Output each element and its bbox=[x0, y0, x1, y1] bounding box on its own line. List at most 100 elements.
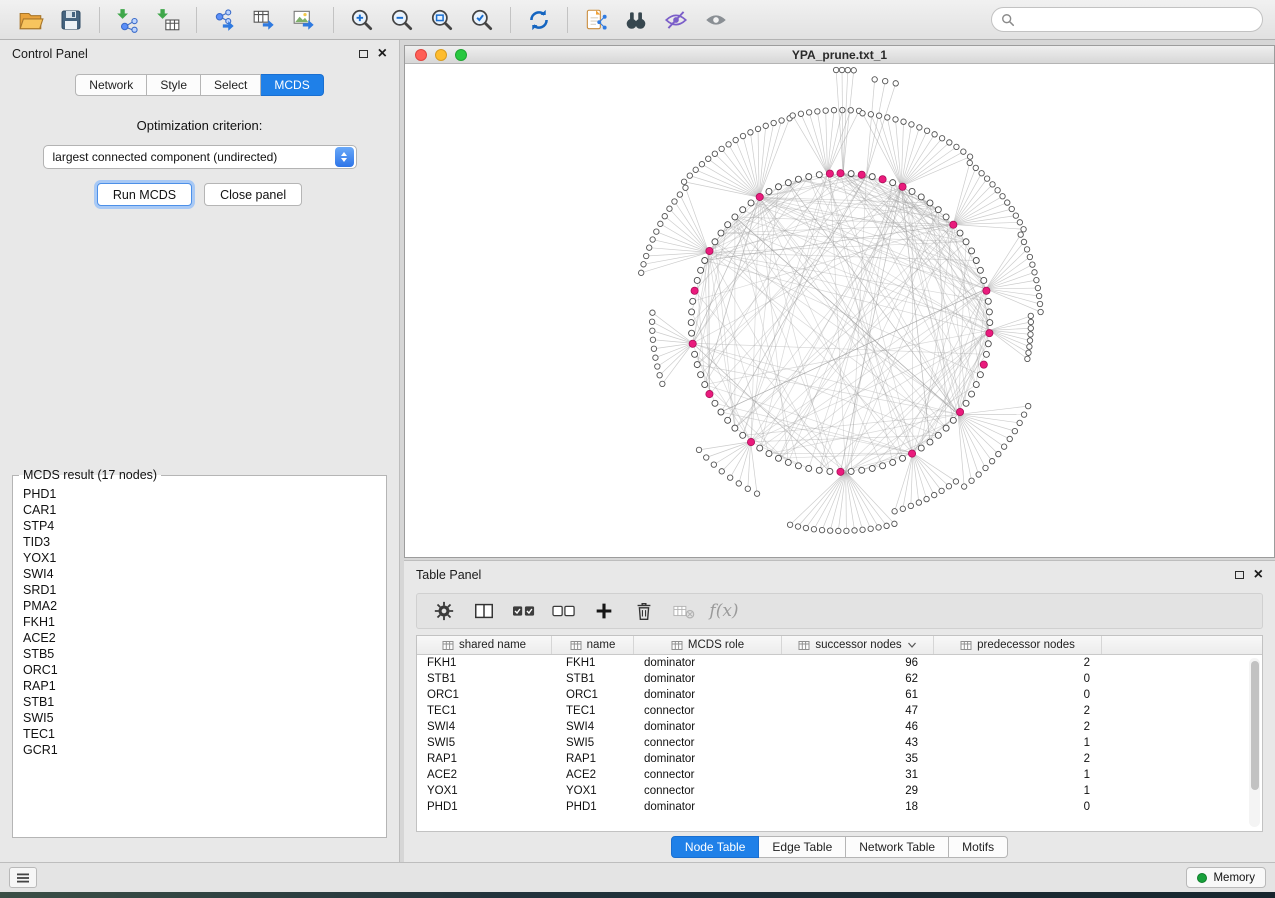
cell-shared-name[interactable]: SWI5 bbox=[417, 737, 552, 749]
table-row[interactable]: TEC1TEC1connector472 bbox=[417, 703, 1262, 719]
mcds-result-item[interactable]: CAR1 bbox=[13, 502, 386, 518]
mcds-result-item[interactable]: PMA2 bbox=[13, 598, 386, 614]
table-row[interactable]: STB1STB1dominator620 bbox=[417, 671, 1262, 687]
cell-predecessor-nodes[interactable]: 2 bbox=[934, 657, 1102, 669]
panel-menu-button[interactable] bbox=[9, 867, 37, 888]
cell-successor-nodes[interactable]: 31 bbox=[782, 769, 934, 781]
zoom-selected-button[interactable] bbox=[463, 4, 501, 36]
cell-shared-name[interactable]: ACE2 bbox=[417, 769, 552, 781]
cell-mcds-role[interactable]: connector bbox=[634, 737, 782, 749]
export-image-button[interactable] bbox=[286, 4, 324, 36]
eye-button[interactable] bbox=[697, 4, 735, 36]
mcds-result-item[interactable]: ORC1 bbox=[13, 662, 386, 678]
table-scrollbar[interactable] bbox=[1249, 658, 1260, 827]
cell-name[interactable]: SWI5 bbox=[552, 737, 634, 749]
cell-shared-name[interactable]: YOX1 bbox=[417, 785, 552, 797]
cell-mcds-role[interactable]: dominator bbox=[634, 753, 782, 765]
mcds-result-item[interactable]: PHD1 bbox=[13, 486, 386, 502]
mcds-result-item[interactable]: TID3 bbox=[13, 534, 386, 550]
table-row[interactable]: ACE2ACE2connector311 bbox=[417, 767, 1262, 783]
close-table-panel-button[interactable]: × bbox=[1254, 570, 1263, 580]
cell-shared-name[interactable]: STB1 bbox=[417, 673, 552, 685]
cell-predecessor-nodes[interactable]: 0 bbox=[934, 673, 1102, 685]
tab-motifs[interactable]: Motifs bbox=[949, 836, 1008, 858]
cell-successor-nodes[interactable]: 61 bbox=[782, 689, 934, 701]
cell-mcds-role[interactable]: dominator bbox=[634, 721, 782, 733]
mcds-result-item[interactable]: ACE2 bbox=[13, 630, 386, 646]
delete-column-button[interactable] bbox=[629, 597, 659, 625]
deselect-all-button[interactable] bbox=[549, 597, 579, 625]
cell-name[interactable]: PHD1 bbox=[552, 801, 634, 813]
mcds-result-item[interactable]: STB5 bbox=[13, 646, 386, 662]
scrollbar-thumb[interactable] bbox=[1251, 661, 1259, 789]
tab-node-table[interactable]: Node Table bbox=[671, 836, 760, 858]
cell-predecessor-nodes[interactable]: 2 bbox=[934, 721, 1102, 733]
export-network-button[interactable] bbox=[206, 4, 244, 36]
cell-successor-nodes[interactable]: 29 bbox=[782, 785, 934, 797]
close-panel-button[interactable]: × bbox=[378, 49, 387, 59]
mcds-result-item[interactable]: STB1 bbox=[13, 694, 386, 710]
cell-name[interactable]: SWI4 bbox=[552, 721, 634, 733]
cell-name[interactable]: FKH1 bbox=[552, 657, 634, 669]
cell-predecessor-nodes[interactable]: 0 bbox=[934, 689, 1102, 701]
mcds-result-item[interactable]: SWI4 bbox=[13, 566, 386, 582]
run-mcds-button[interactable]: Run MCDS bbox=[97, 183, 192, 206]
cell-predecessor-nodes[interactable]: 1 bbox=[934, 737, 1102, 749]
cell-name[interactable]: STB1 bbox=[552, 673, 634, 685]
cell-name[interactable]: ACE2 bbox=[552, 769, 634, 781]
column-header-predecessor-nodes[interactable]: predecessor nodes bbox=[934, 636, 1102, 654]
import-network-button[interactable] bbox=[109, 4, 147, 36]
tab-style[interactable]: Style bbox=[147, 74, 201, 96]
cell-predecessor-nodes[interactable]: 1 bbox=[934, 785, 1102, 797]
cell-successor-nodes[interactable]: 18 bbox=[782, 801, 934, 813]
binoculars-button[interactable] bbox=[617, 4, 655, 36]
cell-name[interactable]: RAP1 bbox=[552, 753, 634, 765]
cell-shared-name[interactable]: ORC1 bbox=[417, 689, 552, 701]
toggle-panel-layout-button[interactable] bbox=[469, 597, 499, 625]
export-table-button[interactable] bbox=[246, 4, 284, 36]
mcds-result-item[interactable]: SRD1 bbox=[13, 582, 386, 598]
cell-successor-nodes[interactable]: 96 bbox=[782, 657, 934, 669]
cell-mcds-role[interactable]: dominator bbox=[634, 689, 782, 701]
zoom-fit-button[interactable] bbox=[423, 4, 461, 36]
cell-predecessor-nodes[interactable]: 1 bbox=[934, 769, 1102, 781]
import-table-button[interactable] bbox=[149, 4, 187, 36]
mcds-result-item[interactable]: STP4 bbox=[13, 518, 386, 534]
table-settings-button[interactable] bbox=[429, 597, 459, 625]
mcds-result-item[interactable]: TEC1 bbox=[13, 726, 386, 742]
column-header-name[interactable]: name bbox=[552, 636, 634, 654]
table-row[interactable]: SWI4SWI4dominator462 bbox=[417, 719, 1262, 735]
select-all-button[interactable] bbox=[509, 597, 539, 625]
cell-name[interactable]: ORC1 bbox=[552, 689, 634, 701]
open-button[interactable] bbox=[12, 4, 50, 36]
hide-glasses-button[interactable] bbox=[657, 4, 695, 36]
toolbar-search[interactable] bbox=[991, 7, 1263, 32]
cell-successor-nodes[interactable]: 62 bbox=[782, 673, 934, 685]
cell-predecessor-nodes[interactable]: 2 bbox=[934, 705, 1102, 717]
cell-mcds-role[interactable]: connector bbox=[634, 769, 782, 781]
mcds-result-item[interactable]: SWI5 bbox=[13, 710, 386, 726]
mcds-result-item[interactable]: YOX1 bbox=[13, 550, 386, 566]
close-panel-action-button[interactable]: Close panel bbox=[204, 183, 302, 206]
cell-shared-name[interactable]: RAP1 bbox=[417, 753, 552, 765]
mcds-result-item[interactable]: GCR1 bbox=[13, 742, 386, 758]
cell-shared-name[interactable]: FKH1 bbox=[417, 657, 552, 669]
minimize-window-button[interactable] bbox=[435, 49, 447, 61]
tab-network[interactable]: Network bbox=[75, 74, 147, 96]
cell-successor-nodes[interactable]: 43 bbox=[782, 737, 934, 749]
tab-network-table[interactable]: Network Table bbox=[846, 836, 949, 858]
table-row[interactable]: YOX1YOX1connector291 bbox=[417, 783, 1262, 799]
tab-mcds[interactable]: MCDS bbox=[261, 74, 323, 96]
table-row[interactable]: ORC1ORC1dominator610 bbox=[417, 687, 1262, 703]
table-row[interactable]: RAP1RAP1dominator352 bbox=[417, 751, 1262, 767]
column-header-successor-nodes[interactable]: successor nodes bbox=[782, 636, 934, 654]
zoom-out-button[interactable] bbox=[383, 4, 421, 36]
zoom-in-button[interactable] bbox=[343, 4, 381, 36]
tab-edge-table[interactable]: Edge Table bbox=[759, 836, 846, 858]
function-builder-button[interactable]: f(x) bbox=[709, 597, 739, 625]
cell-shared-name[interactable]: TEC1 bbox=[417, 705, 552, 717]
float-panel-button[interactable] bbox=[359, 50, 368, 58]
cell-successor-nodes[interactable]: 46 bbox=[782, 721, 934, 733]
delete-table-button-disabled[interactable] bbox=[669, 597, 699, 625]
cell-mcds-role[interactable]: dominator bbox=[634, 673, 782, 685]
